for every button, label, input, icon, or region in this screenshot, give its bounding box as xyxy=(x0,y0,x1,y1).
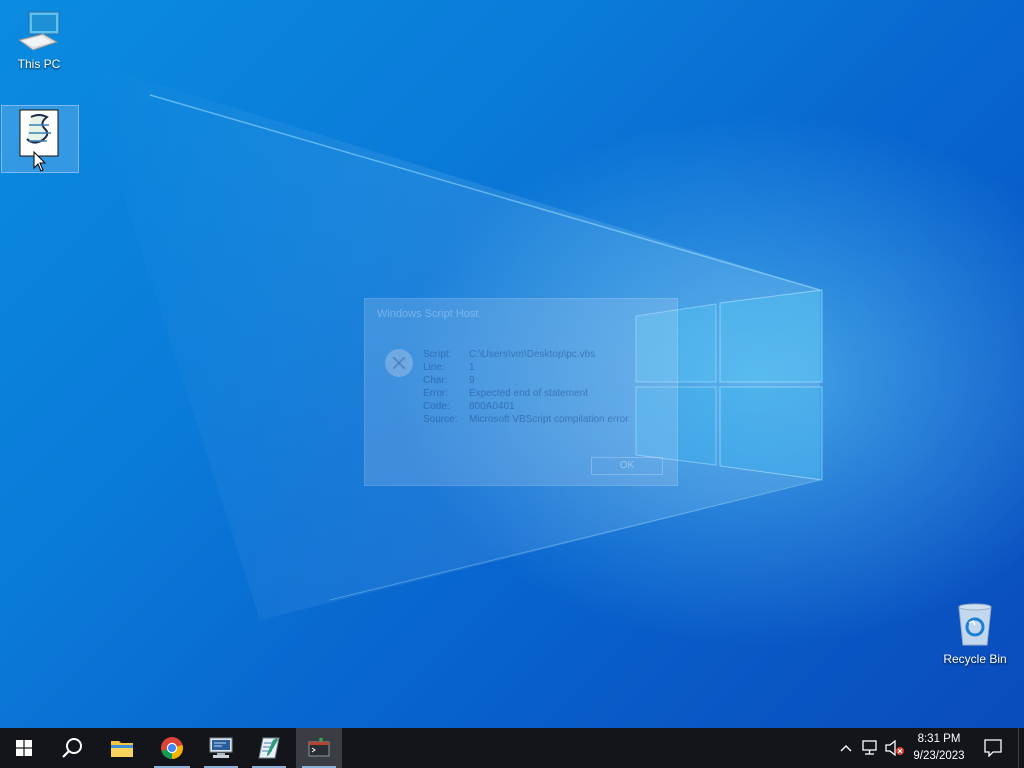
dialog-key: Line: xyxy=(423,362,445,373)
error-icon xyxy=(385,349,413,377)
dialog-key: Script: xyxy=(423,349,452,360)
search-button[interactable] xyxy=(48,728,96,768)
network-button[interactable] xyxy=(860,728,882,768)
chrome-icon xyxy=(161,737,183,759)
dialog-row-line: Line: 1 xyxy=(423,362,475,373)
folder-icon xyxy=(111,741,133,757)
dialog-row-char: Char: 9 xyxy=(423,375,475,386)
dialog-row-source: Source: Microsoft VBScript compilation er… xyxy=(423,414,629,425)
dialog-key: Source: xyxy=(423,414,458,425)
desktop-icon-label: Recycle Bin xyxy=(943,652,1007,666)
clock-time: 8:31 PM xyxy=(917,733,961,745)
dialog-row-code: Code: 800A0401 xyxy=(423,401,515,412)
clock-date: 9/23/2023 xyxy=(913,750,965,762)
dialog-row-script: Script: C:\Users\vm\Desktop\pc.vbs xyxy=(423,349,595,360)
action-center-button[interactable] xyxy=(978,728,1008,768)
ok-button[interactable]: OK xyxy=(591,457,663,475)
computer-icon xyxy=(1,10,77,55)
dialog-key: Code: xyxy=(423,401,450,412)
terminal-icon xyxy=(308,737,330,757)
show-desktop-button[interactable] xyxy=(1018,728,1024,768)
desktop-icon-this-pc[interactable]: This PC xyxy=(1,10,77,74)
windows-start-icon xyxy=(16,740,32,756)
dialog-row-error: Error: Expected end of statement xyxy=(423,388,588,399)
dialog-value: Expected end of statement xyxy=(469,388,588,399)
mouse-cursor-icon xyxy=(33,151,47,172)
taskbar-app-file-explorer[interactable] xyxy=(98,728,146,768)
notepad-icon xyxy=(258,737,280,759)
taskbar-app-remote-desktop[interactable] xyxy=(198,728,244,768)
notification-icon xyxy=(984,739,1002,757)
computer-monitor-icon xyxy=(209,737,233,758)
start-button[interactable] xyxy=(0,728,48,768)
taskbar: 8:31 PM 9/23/2023 xyxy=(0,728,1024,768)
desktop[interactable]: This PC Recycle Bin Windows Script Host xyxy=(0,0,1024,728)
dialog-value: 9 xyxy=(469,375,475,386)
desktop-icon-recycle-bin[interactable]: Recycle Bin xyxy=(936,603,1014,666)
volume-button[interactable] xyxy=(884,728,906,768)
dialog-value: C:\Users\vm\Desktop\pc.vbs xyxy=(469,349,596,360)
recycle-bin-icon xyxy=(936,603,1014,650)
desktop-icon-label: This PC xyxy=(17,57,61,71)
script-error-dialog[interactable]: Windows Script Host Script: C:\Users\vm\D… xyxy=(364,298,678,486)
taskbar-app-notepad[interactable] xyxy=(246,728,292,768)
dialog-value: Microsoft VBScript compilation error xyxy=(469,414,629,425)
dialog-key: Error: xyxy=(423,388,448,399)
clock[interactable]: 8:31 PM 9/23/2023 xyxy=(906,728,972,768)
taskbar-app-chrome[interactable] xyxy=(148,728,196,768)
dialog-value: 1 xyxy=(469,362,475,373)
taskbar-app-terminal[interactable] xyxy=(296,728,342,768)
dialog-title: Windows Script Host xyxy=(377,308,479,320)
dialog-key: Char: xyxy=(423,375,448,386)
dialog-value: 800A0401 xyxy=(469,401,515,412)
chevron-up-icon xyxy=(840,745,852,752)
show-hidden-icons-button[interactable] xyxy=(836,728,856,768)
network-icon xyxy=(862,740,877,755)
search-icon xyxy=(62,738,82,758)
volume-muted-icon xyxy=(885,740,904,756)
